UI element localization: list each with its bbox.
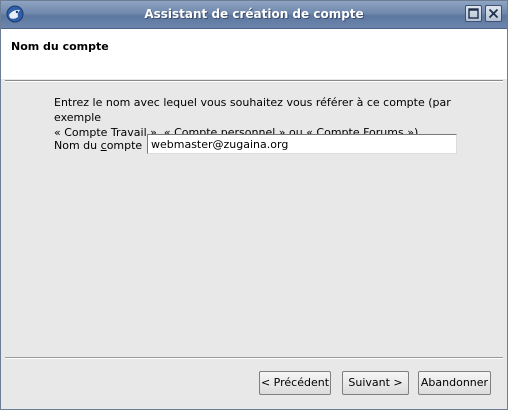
account-name-label: Nom du compte : — [54, 139, 149, 152]
page-title: Nom du compte — [11, 40, 109, 53]
previous-button[interactable]: < Précédent — [259, 371, 331, 395]
wizard-header: Nom du compte — [1, 29, 507, 79]
account-name-label-pre: Nom du — [54, 139, 101, 152]
next-button[interactable]: Suivant > — [342, 371, 409, 395]
maximize-button[interactable] — [465, 5, 482, 22]
header-divider-highlight — [5, 81, 503, 82]
account-name-label-post: ompte : — [106, 139, 150, 152]
window-title: Assistant de création de compte — [144, 7, 364, 21]
footer-divider-highlight — [5, 358, 503, 359]
instructions-line-1: Entrez le nom avec lequel vous souhaitez… — [54, 96, 451, 124]
close-icon — [488, 8, 499, 19]
maximize-icon — [468, 8, 479, 19]
cancel-button[interactable]: Abandonner — [418, 371, 491, 395]
account-wizard-window: Assistant de création de compte Nom du c… — [0, 0, 508, 410]
title-bar[interactable]: Assistant de création de compte — [1, 1, 507, 29]
account-name-input[interactable] — [147, 134, 457, 154]
close-button[interactable] — [485, 5, 502, 22]
